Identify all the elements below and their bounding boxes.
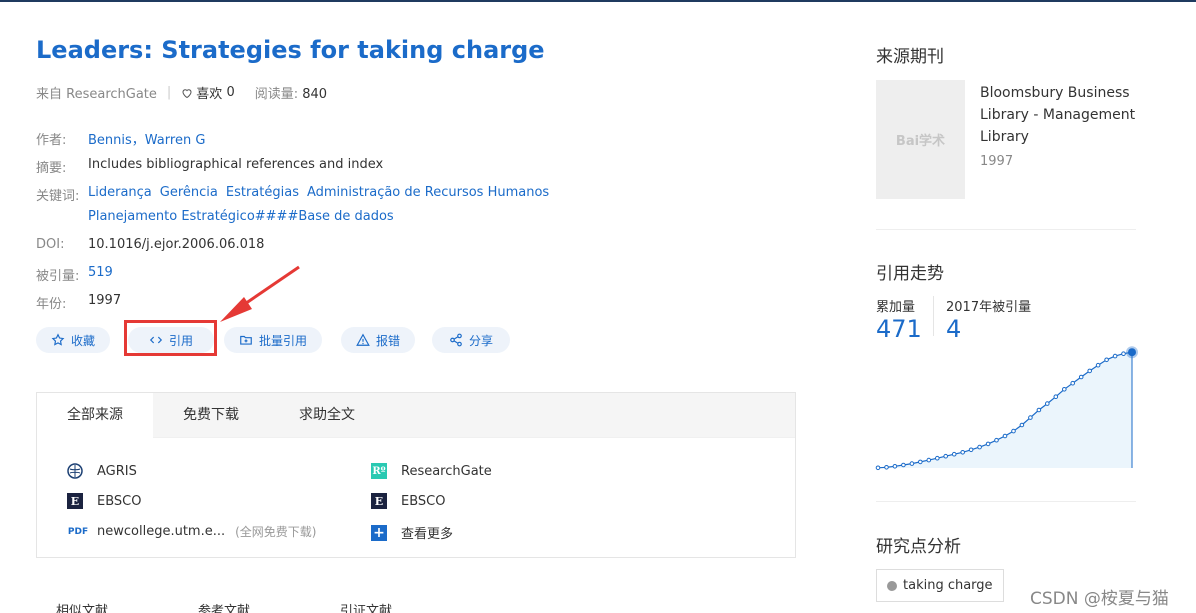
keyword-link[interactable]: Administração de Recursos Humanos (307, 185, 549, 204)
chart-point[interactable] (951, 451, 957, 457)
sources-tabs: 全部来源 免费下载 求助全文 (37, 393, 795, 438)
sources-panel: 全部来源 免费下载 求助全文 AGRIS E EBSCO PDF newcoll… (36, 392, 796, 558)
tag-icon (887, 580, 897, 591)
chart-highlight-point[interactable] (1126, 346, 1138, 359)
trend-heading: 引用走势 (876, 264, 944, 284)
report-label: 报错 (375, 333, 400, 348)
source-name: AGRIS (97, 463, 137, 479)
tab-references[interactable]: 参考文献 (198, 600, 250, 613)
share-button[interactable]: 分享 (432, 327, 510, 353)
warning-icon (356, 333, 370, 346)
share-label: 分享 (468, 333, 493, 348)
report-button[interactable]: 报错 (341, 327, 415, 353)
agris-icon (67, 463, 83, 479)
source-note: (全网免费下载) (235, 525, 317, 539)
source-name: newcollege.utm.e... (97, 524, 226, 539)
chart-point[interactable] (1036, 407, 1042, 413)
tab-similar[interactable]: 相似文献 (56, 600, 108, 613)
journal-heading: 来源期刊 (876, 47, 944, 67)
keyword-tag-label: taking charge (903, 578, 993, 593)
citation-trend-chart[interactable] (874, 338, 1138, 474)
chart-point[interactable] (909, 461, 915, 466)
ebsco-icon: E (371, 493, 387, 509)
chart-point[interactable] (918, 459, 923, 465)
source-item[interactable]: PDF newcollege.utm.e... (全网免费下载) (67, 523, 317, 540)
keyword-tag[interactable]: taking charge (876, 569, 1004, 602)
chart-point[interactable] (892, 464, 898, 469)
chart-point[interactable] (994, 437, 999, 443)
chart-point[interactable] (935, 455, 940, 461)
analysis-heading: 研究点分析 (876, 537, 961, 557)
year-cite-label: 2017年被引量 (946, 300, 1032, 315)
chart-point[interactable] (960, 450, 965, 455)
chart-point[interactable] (884, 465, 889, 470)
source-name: 查看更多 (401, 527, 454, 542)
chart-point[interactable] (1002, 433, 1008, 439)
ebsco-icon: E (67, 493, 83, 509)
source-item[interactable]: E EBSCO (67, 493, 141, 509)
watermark: CSDN @桉夏与猫 (1030, 589, 1169, 609)
chart-point[interactable] (985, 441, 991, 447)
chart-point[interactable] (1053, 394, 1059, 400)
journal-cover[interactable]: Bai学术 (876, 80, 965, 199)
source-name: ResearchGate (401, 463, 492, 479)
chart-point[interactable] (943, 453, 948, 459)
chart-point[interactable] (1019, 422, 1025, 428)
pdf-icon: PDF (67, 526, 89, 537)
annotation-arrow (220, 265, 300, 322)
chart-point[interactable] (1104, 357, 1109, 363)
source-item[interactable]: AGRIS (67, 463, 137, 479)
chart-point[interactable] (1011, 428, 1016, 434)
chart-point[interactable] (875, 465, 881, 471)
chart-point[interactable] (1070, 380, 1075, 386)
source-name: EBSCO (97, 493, 142, 509)
chart-point[interactable] (926, 457, 932, 463)
stat-divider (933, 296, 934, 336)
tab-request-fulltext[interactable]: 求助全文 (269, 393, 385, 438)
chart-point[interactable] (1112, 353, 1118, 359)
chart-point[interactable] (1121, 351, 1126, 356)
sidebar-divider (876, 229, 1136, 230)
total-label: 累加量 (876, 300, 916, 315)
journal-title[interactable]: Bloomsbury Business Library - Management… (980, 82, 1140, 148)
journal-year: 1997 (980, 154, 1014, 169)
chart-area (878, 352, 1132, 468)
chart-point[interactable] (1062, 387, 1067, 392)
tab-citations[interactable]: 引证文献 (340, 600, 392, 613)
tab-free-download[interactable]: 免费下载 (153, 393, 269, 438)
chart-point[interactable] (1045, 401, 1050, 406)
source-item[interactable]: E EBSCO (371, 493, 445, 509)
plus-icon: + (371, 524, 387, 541)
researchgate-icon: Rº (371, 463, 387, 479)
chart-point[interactable] (1078, 374, 1084, 380)
share-icon (450, 333, 462, 347)
chart-point[interactable] (968, 447, 974, 453)
view-more-link[interactable]: + 查看更多 (371, 523, 453, 542)
sidebar-divider (876, 501, 1136, 502)
chart-point[interactable] (901, 462, 906, 468)
source-item[interactable]: Rº ResearchGate (371, 463, 492, 479)
chart-point[interactable] (977, 444, 982, 450)
chart-point[interactable] (1087, 368, 1092, 374)
source-name: EBSCO (401, 493, 446, 509)
chart-point[interactable] (1095, 362, 1101, 368)
chart-point[interactable] (1028, 415, 1033, 420)
tab-all-sources[interactable]: 全部来源 (37, 393, 153, 438)
